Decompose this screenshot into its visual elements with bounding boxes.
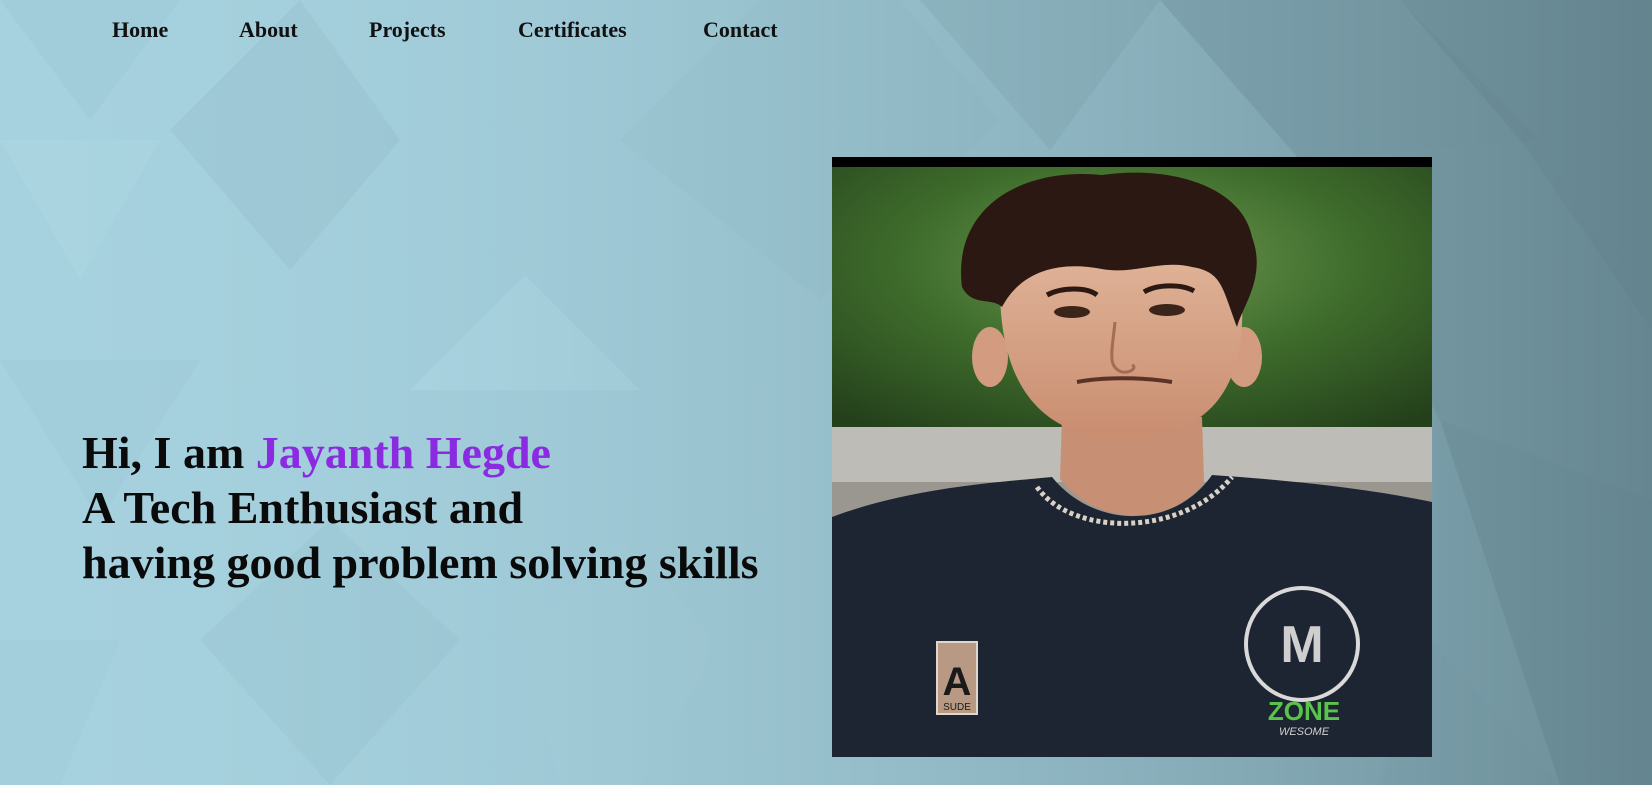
nav-home-link[interactable]: Home xyxy=(112,17,168,43)
nav-about-link[interactable]: About xyxy=(239,17,298,43)
shirt-logo-text: ZONE xyxy=(1268,696,1340,726)
hero-tagline-1: A Tech Enthusiast and xyxy=(82,482,524,533)
shirt-logo-subtext: WESOME xyxy=(1279,726,1330,738)
hero-name: Jayanth Hegde xyxy=(255,427,551,478)
hero-greeting: Hi, I am xyxy=(82,427,256,478)
main-nav: Home About Projects Certificates Contact xyxy=(0,0,900,60)
nav-contact-link[interactable]: Contact xyxy=(703,17,778,43)
svg-text:A: A xyxy=(943,660,972,704)
hero-intro: Hi, I am Jayanth Hegde A Tech Enthusiast… xyxy=(82,425,759,590)
shirt-badge-text: SUDE xyxy=(943,702,971,713)
nav-projects-link[interactable]: Projects xyxy=(369,17,446,43)
hero-tagline-2: having good problem solving skills xyxy=(82,537,759,588)
svg-text:M: M xyxy=(1280,616,1323,674)
profile-photo: A SUDE M ZONE WESOME xyxy=(832,157,1432,757)
nav-certificates-link[interactable]: Certificates xyxy=(518,17,627,43)
hero-greeting-line: Hi, I am Jayanth Hegde xyxy=(82,425,759,480)
